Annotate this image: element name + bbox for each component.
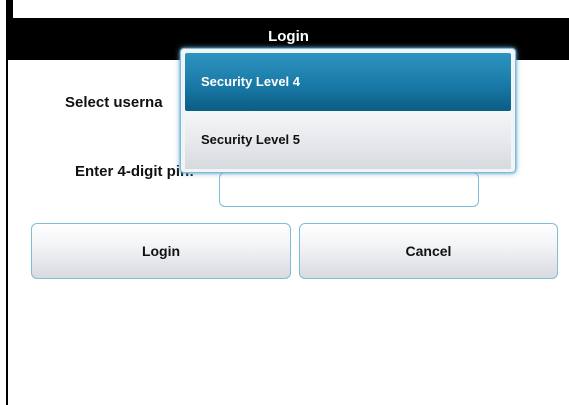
top-strip xyxy=(8,0,569,18)
pin-label: Enter 4-digit pin: xyxy=(75,163,195,180)
window-left-border xyxy=(0,0,8,405)
login-button[interactable]: Login xyxy=(31,223,291,279)
top-strip-marker xyxy=(8,0,13,18)
dropdown-option-security-level-5[interactable]: Security Level 5 xyxy=(185,111,511,169)
pin-input[interactable] xyxy=(219,172,479,207)
login-window: Login Select userna Enter 4-digit pin: L… xyxy=(0,0,569,405)
page-title: Login xyxy=(268,28,309,45)
dropdown-option-security-level-4[interactable]: Security Level 4 xyxy=(185,53,511,111)
cancel-button[interactable]: Cancel xyxy=(299,223,558,279)
username-label: Select userna xyxy=(65,94,163,111)
username-dropdown-list[interactable]: Security Level 4 Security Level 5 xyxy=(180,48,516,173)
